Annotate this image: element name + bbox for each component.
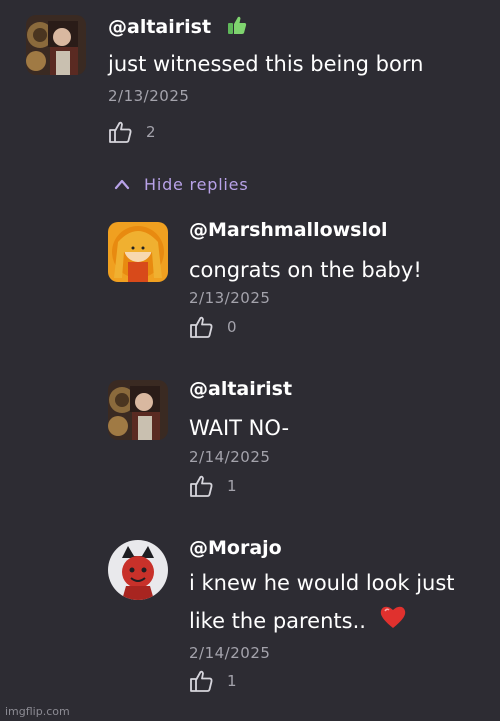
avatar[interactable] <box>26 15 86 75</box>
like-count: 2 <box>146 123 156 141</box>
avatar[interactable] <box>108 540 168 600</box>
reply-date: 2/14/2025 <box>189 644 271 662</box>
thumbs-up-outline-icon[interactable] <box>108 119 134 145</box>
hide-replies-button[interactable]: Hide replies <box>114 175 248 194</box>
like-count: 1 <box>227 477 237 495</box>
avatar[interactable] <box>108 380 168 440</box>
avatar[interactable] <box>108 222 168 282</box>
reply-author[interactable]: @altairist <box>189 378 292 400</box>
thumbs-up-outline-icon[interactable] <box>189 668 215 694</box>
thumbs-up-outline-icon[interactable] <box>189 314 215 340</box>
reply-text-line: i knew he would look just <box>189 571 455 595</box>
like-count: 0 <box>227 318 237 336</box>
watermark: imgflip.com <box>5 705 70 718</box>
reply-text: congrats on the baby! <box>189 258 422 282</box>
reply-date: 2/14/2025 <box>189 448 271 466</box>
like-count: 1 <box>227 672 237 690</box>
reply-author[interactable]: @Morajo <box>189 537 282 559</box>
thumbs-up-outline-icon[interactable] <box>189 473 215 499</box>
reply-date: 2/13/2025 <box>189 289 271 307</box>
reply-author[interactable]: @Marshmallowslol <box>189 219 388 241</box>
chevron-up-icon <box>114 175 144 194</box>
thumbs-up-emoji <box>226 14 248 41</box>
reply-text-line: like the parents.. <box>189 604 407 640</box>
comment-author[interactable]: @altairist <box>108 14 248 41</box>
comment-text: just witnessed this being born <box>108 52 424 76</box>
reply-text: WAIT NO- <box>189 416 290 440</box>
red-heart-emoji <box>379 604 407 640</box>
comment-date: 2/13/2025 <box>108 87 190 105</box>
hide-replies-label: Hide replies <box>144 175 249 194</box>
